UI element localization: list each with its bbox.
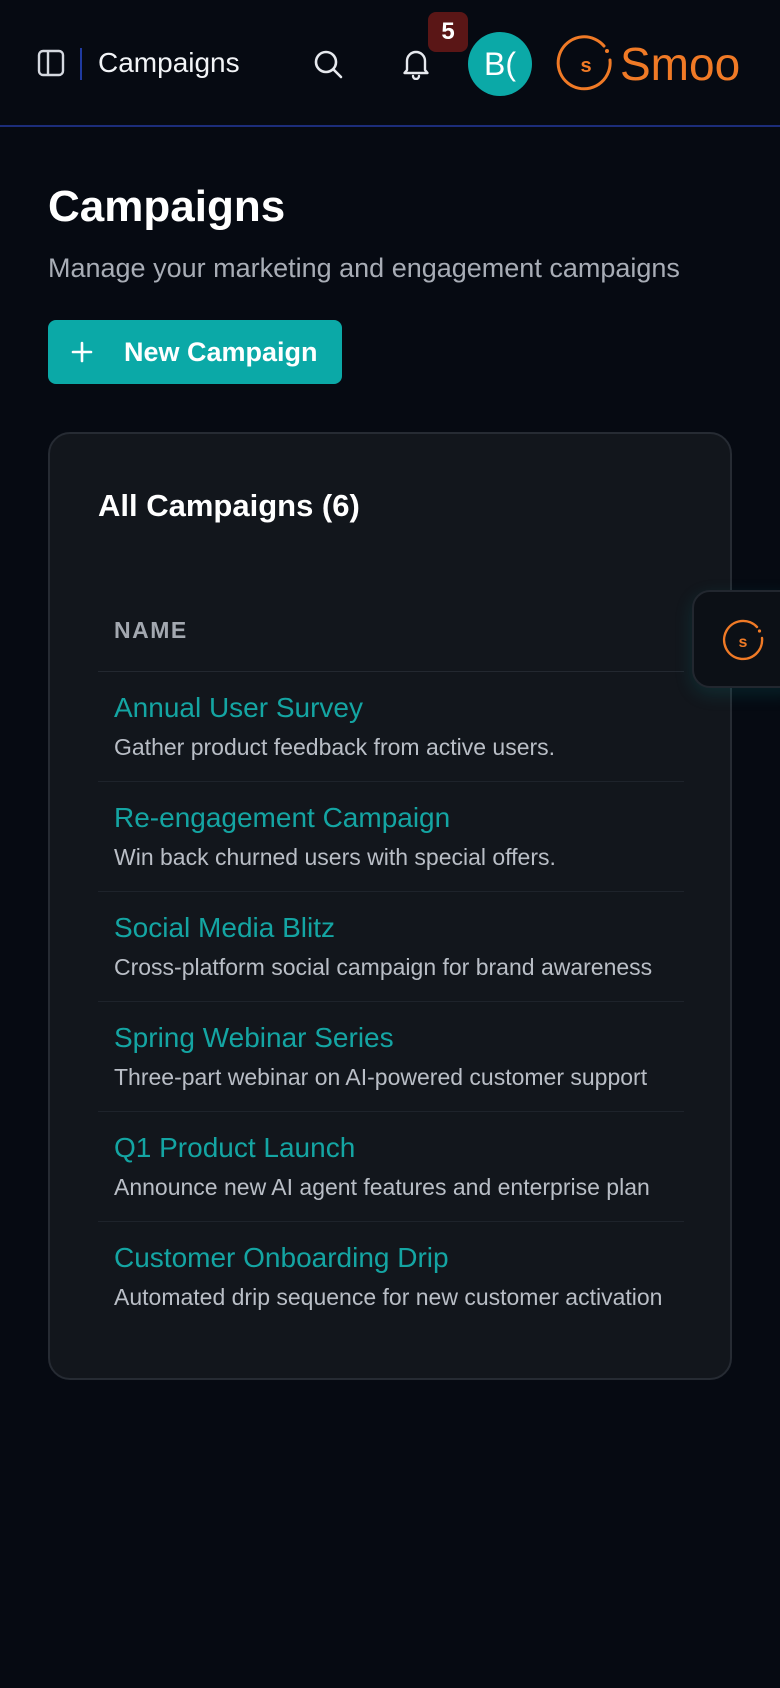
sidebar-toggle-button[interactable] (36, 48, 66, 78)
notifications-button[interactable] (400, 46, 432, 81)
campaign-name-link[interactable]: Customer Onboarding Drip (114, 1240, 684, 1276)
campaigns-card: All Campaigns (6) NAME Annual User Surve… (48, 432, 732, 1380)
new-campaign-button[interactable]: New Campaign (48, 320, 342, 384)
campaign-row[interactable]: Re-engagement Campaign Win back churned … (98, 782, 684, 892)
campaign-row[interactable]: Customer Onboarding Drip Automated drip … (98, 1222, 684, 1314)
campaign-description: Gather product feedback from active user… (114, 734, 556, 760)
plus-icon (71, 341, 93, 363)
topbar-title: Campaigns (98, 47, 240, 78)
campaign-description: Three-part webinar on AI-powered custome… (114, 1064, 648, 1090)
notification-count-badge: 5 (428, 12, 468, 52)
search-icon (314, 50, 343, 79)
campaign-description: Win back churned users with special offe… (114, 844, 556, 870)
top-bar: Campaigns 5 B( s Smoo (0, 0, 780, 127)
campaign-row[interactable]: Social Media Blitz Cross-platform social… (98, 892, 684, 1002)
campaign-row[interactable]: Annual User Survey Gather product feedba… (98, 672, 684, 782)
campaign-description: Cross-platform social campaign for brand… (114, 954, 653, 980)
topbar-divider (80, 48, 82, 80)
campaign-description: Announce new AI agent features and enter… (114, 1174, 650, 1200)
brand-logo-letter: s (580, 55, 591, 77)
bell-icon (403, 50, 429, 81)
campaign-name-link[interactable]: Social Media Blitz (114, 910, 684, 946)
campaign-name-link[interactable]: Spring Webinar Series (114, 1020, 684, 1056)
brand: s Smoo (556, 34, 780, 94)
assistant-launcher-button[interactable]: s (692, 590, 780, 688)
page-subtitle: Manage your marketing and engagement cam… (48, 253, 680, 283)
assistant-logo-icon: s (722, 619, 764, 661)
sidebar-toggle-icon (37, 49, 65, 77)
campaign-row[interactable]: Q1 Product Launch Announce new AI agent … (98, 1112, 684, 1222)
user-avatar[interactable]: B( (468, 32, 532, 96)
page-title: Campaigns (48, 182, 286, 231)
campaign-name-link[interactable]: Q1 Product Launch (114, 1130, 684, 1166)
new-campaign-label: New Campaign (124, 337, 318, 367)
column-header-name[interactable]: NAME (98, 594, 684, 672)
assistant-logo-letter: s (739, 634, 748, 651)
campaigns-table: NAME Annual User Survey Gather product f… (98, 594, 684, 1314)
brand-name: Smoo (620, 38, 741, 90)
card-title: All Campaigns (6) (98, 488, 360, 523)
campaign-description: Automated drip sequence for new customer… (114, 1284, 663, 1310)
campaign-name-link[interactable]: Annual User Survey (114, 690, 684, 726)
search-button[interactable] (312, 48, 344, 80)
brand-logo-icon: s (556, 35, 612, 91)
campaign-row[interactable]: Spring Webinar Series Three-part webinar… (98, 1002, 684, 1112)
campaign-name-link[interactable]: Re-engagement Campaign (114, 800, 684, 836)
